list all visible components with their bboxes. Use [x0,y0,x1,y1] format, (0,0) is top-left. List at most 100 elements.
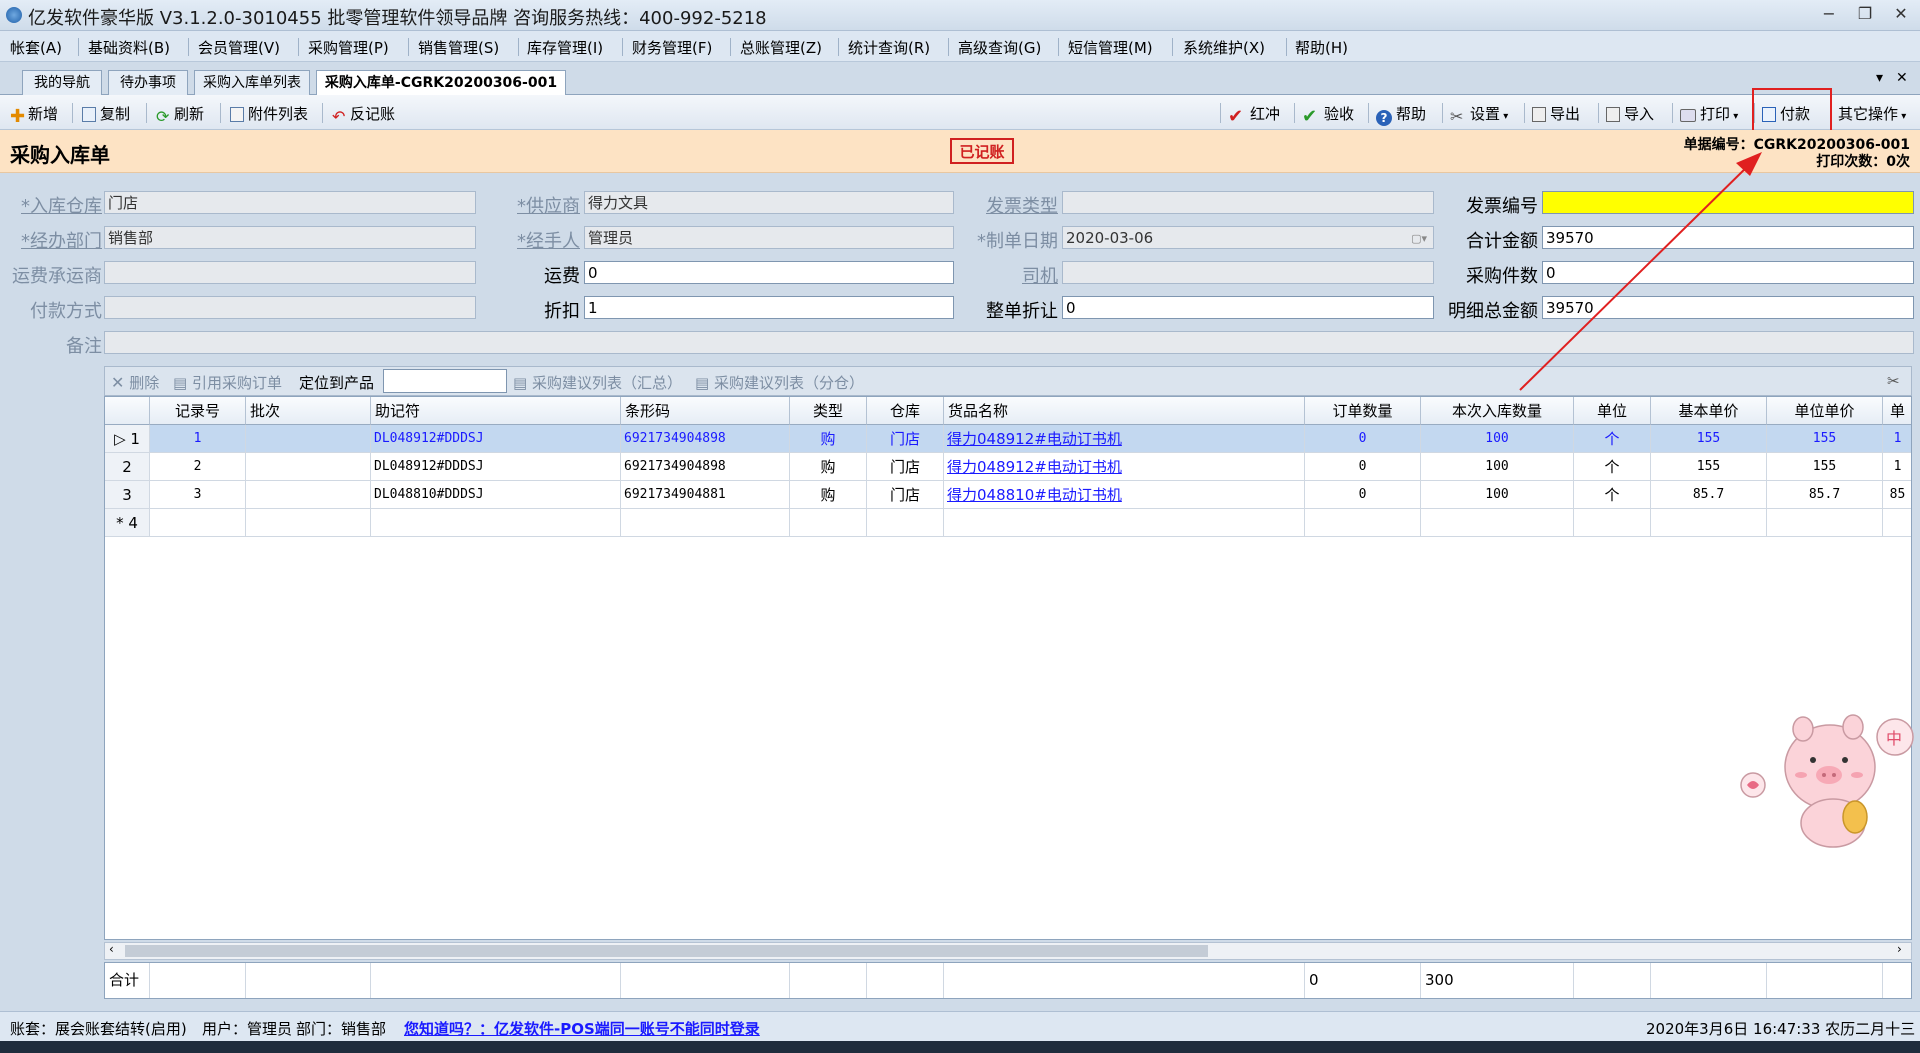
dept-field[interactable]: 销售部 [104,226,476,249]
tab-dropdown-icon[interactable]: ▾ [1876,70,1883,86]
new-row-cell[interactable] [944,509,1305,537]
invoice-type-field[interactable] [1062,191,1434,214]
import-button[interactable]: 导入 [1606,103,1654,124]
row-selector[interactable]: 2 [105,453,150,481]
driver-field[interactable] [1062,261,1434,284]
scrollbar-thumb[interactable] [125,945,1208,957]
menu-system[interactable]: 系统维护(X) [1183,37,1265,58]
new-row-cell[interactable] [1574,509,1651,537]
tab-purchase-list[interactable]: 采购入库单列表 [194,70,310,95]
carrier-field[interactable] [104,261,476,284]
new-row-cell[interactable] [150,509,246,537]
menu-finance[interactable]: 财务管理(F) [632,37,712,58]
menu-sales[interactable]: 销售管理(S) [418,37,499,58]
discount-input[interactable]: 1 [584,296,954,319]
grid-horizontal-scrollbar[interactable]: ‹ › [104,942,1912,960]
new-row-cell[interactable] [1421,509,1574,537]
tab-purchase-doc[interactable]: 采购入库单-CGRK20200306-001 [316,70,566,96]
cell-barcode[interactable]: 6921734904881 [621,481,790,509]
cell-more[interactable]: 1 [1883,425,1911,453]
scroll-left-icon[interactable]: ‹ [109,942,114,956]
product-link[interactable]: 得力048912#电动订书机 [947,430,1122,448]
col-product-name[interactable]: 货品名称 [944,397,1305,425]
new-row-cell[interactable] [371,509,621,537]
tab-close-icon[interactable]: ✕ [1896,70,1908,86]
supplier-label[interactable]: *供应商 [500,192,580,218]
cell-barcode[interactable]: 6921734904898 [621,453,790,481]
cell-product-name[interactable]: 得力048912#电动订书机 [944,453,1305,481]
dept-label[interactable]: *经办部门 [10,227,102,253]
product-link[interactable]: 得力048912#电动订书机 [947,458,1122,476]
row-selector[interactable]: 3 [105,481,150,509]
new-row-cell[interactable] [1305,509,1421,537]
cell-product-name[interactable]: 得力048810#电动订书机 [944,481,1305,509]
cell-mnemonic[interactable]: DL048810#DDDSJ [371,481,621,509]
cell-type[interactable]: 购 [790,481,867,509]
cell-in-qty[interactable]: 100 [1421,425,1574,453]
product-link[interactable]: 得力048810#电动订书机 [947,486,1122,504]
total-amount-field[interactable]: 39570 [1542,226,1914,249]
row-selector[interactable]: ▷ 1 [105,425,150,453]
menu-member[interactable]: 会员管理(V) [198,37,280,58]
invoice-type-label[interactable]: 发票类型 [968,192,1058,218]
detail-total-field[interactable]: 39570 [1542,296,1914,319]
cell-unit-price[interactable]: 85.7 [1767,481,1883,509]
new-row-cell[interactable] [1651,509,1767,537]
new-row-cell[interactable] [1883,509,1911,537]
cell-order-qty[interactable]: 0 [1305,453,1421,481]
grid-settings-icon[interactable]: ✂ [1887,372,1900,390]
warehouse-label[interactable]: *入库仓库 [10,192,102,218]
copy-button[interactable]: 复制 [82,103,130,124]
col-batch[interactable]: 批次 [246,397,371,425]
new-row-cell[interactable] [246,509,371,537]
cell-order-qty[interactable]: 0 [1305,481,1421,509]
close-button[interactable]: ✕ [1884,3,1918,25]
minimize-button[interactable]: − [1812,3,1846,25]
cell-warehouse[interactable]: 门店 [867,481,944,509]
export-button[interactable]: 导出 [1532,103,1580,124]
cell-barcode[interactable]: 6921734904898 [621,425,790,453]
cell-record-no[interactable]: 2 [150,453,246,481]
cell-batch[interactable] [246,425,371,453]
new-row-selector[interactable]: * 4 [105,509,150,537]
invoice-no-input[interactable] [1542,191,1914,214]
new-row-cell[interactable] [867,509,944,537]
cell-base-price[interactable]: 155 [1651,425,1767,453]
cell-in-qty[interactable]: 100 [1421,481,1574,509]
locate-product-input[interactable] [383,369,507,393]
order-discount-input[interactable]: 0 [1062,296,1434,319]
scroll-right-icon[interactable]: › [1897,942,1902,956]
warehouse-field[interactable]: 门店 [104,191,476,214]
tab-todo[interactable]: 待办事项 [108,70,188,95]
cell-unit-price[interactable]: 155 [1767,425,1883,453]
menu-account[interactable]: 帐套(A) [10,37,62,58]
handler-label[interactable]: *经手人 [500,227,580,253]
menu-statistics[interactable]: 统计查询(R) [848,37,930,58]
col-base-price[interactable]: 基本单价 [1651,397,1767,425]
menu-basic-data[interactable]: 基础资料(B) [88,37,170,58]
cell-more[interactable]: 1 [1883,453,1911,481]
inspect-button[interactable]: ✔ 验收 [1302,103,1354,127]
cell-order-qty[interactable]: 0 [1305,425,1421,453]
col-in-qty[interactable]: 本次入库数量 [1421,397,1574,425]
refresh-button[interactable]: ⟳ 刷新 [156,103,204,126]
other-ops-button[interactable]: 其它操作 ▾ [1838,103,1906,124]
cell-unit[interactable]: 个 [1574,453,1651,481]
col-type[interactable]: 类型 [790,397,867,425]
cell-in-qty[interactable]: 100 [1421,453,1574,481]
help-button[interactable]: ? 帮助 [1376,103,1426,126]
cell-more[interactable]: 85 [1883,481,1911,509]
cell-unit[interactable]: 个 [1574,425,1651,453]
suggest-summary-button[interactable]: ▤ 采购建议列表（汇总） [513,372,682,393]
col-warehouse[interactable]: 仓库 [867,397,944,425]
menu-advanced-query[interactable]: 高级查询(G) [958,37,1041,58]
new-row-cell[interactable] [621,509,790,537]
qty-field[interactable]: 0 [1542,261,1914,284]
cell-warehouse[interactable]: 门店 [867,453,944,481]
settings-button[interactable]: ✂ 设置 ▾ [1450,103,1508,126]
new-row-cell[interactable] [790,509,867,537]
cell-unit-price[interactable]: 155 [1767,453,1883,481]
cell-record-no[interactable]: 3 [150,481,246,509]
cell-mnemonic[interactable]: DL048912#DDDSJ [371,453,621,481]
col-more[interactable]: 单 [1883,397,1911,425]
